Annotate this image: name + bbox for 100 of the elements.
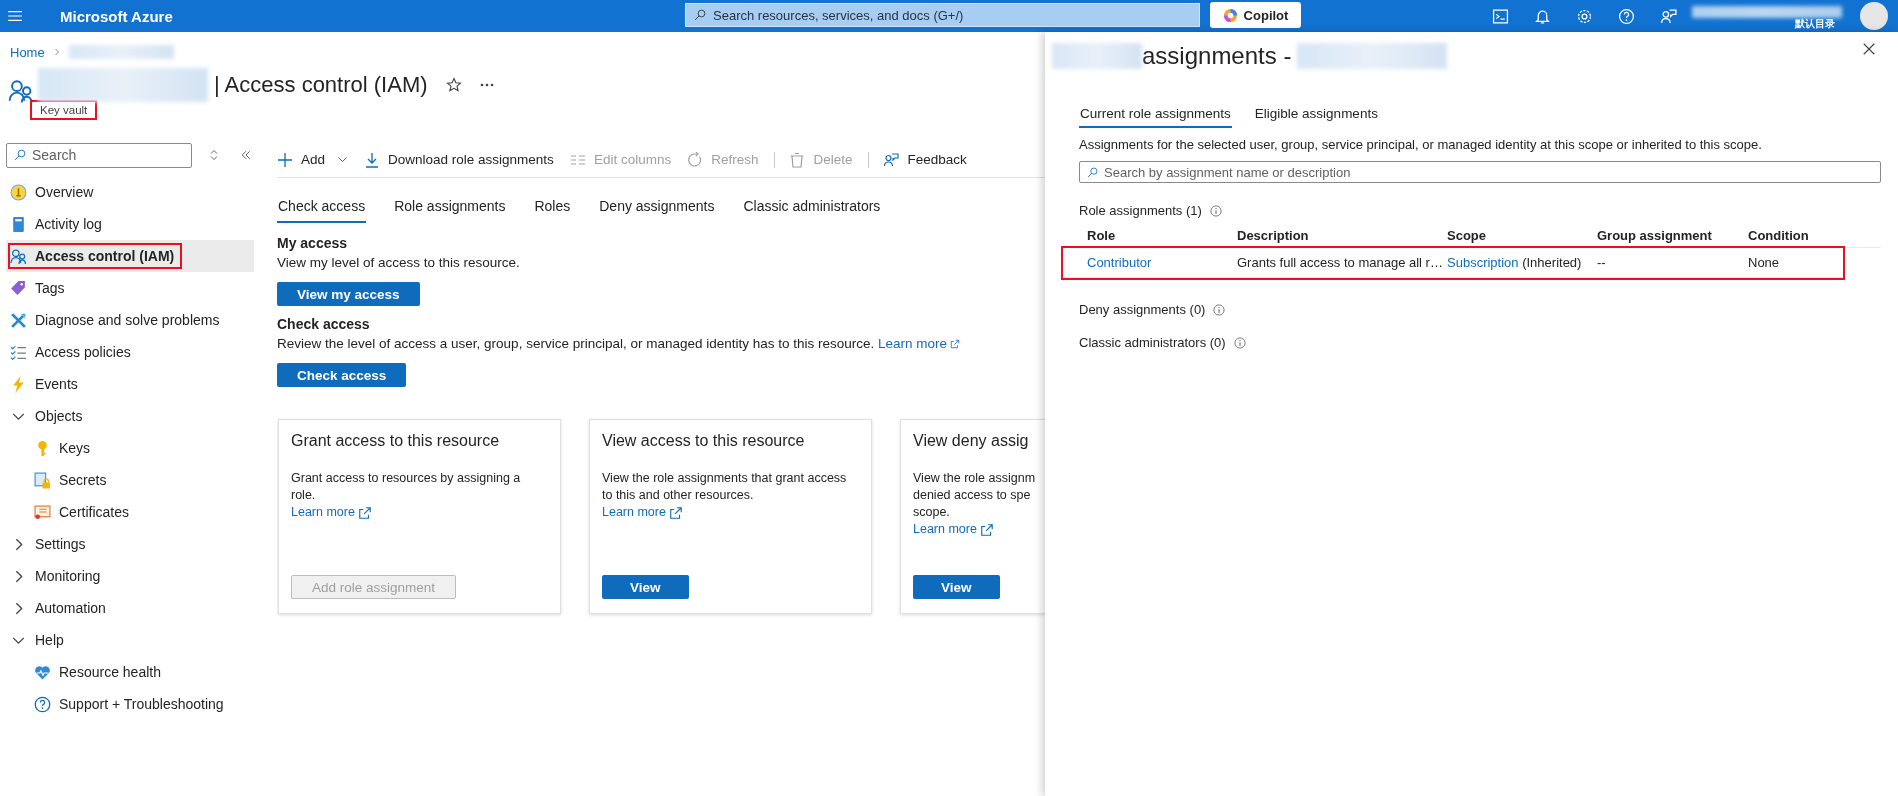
tab[interactable]: Eligible assignments <box>1253 100 1379 128</box>
sidebar-group[interactable]: Objects <box>6 400 254 432</box>
settings-icon <box>1575 7 1593 25</box>
table-cell-text: Grants full access to manage all r… <box>1237 255 1444 270</box>
column-header: Group assignment <box>1597 228 1713 243</box>
tab[interactable]: Check access <box>277 191 367 223</box>
directory-name: 默认目录 <box>1795 17 1835 31</box>
card-text: denied access to spe <box>913 487 1032 504</box>
card-text: scope. <box>913 504 951 521</box>
panel-title: assignments - <box>1142 42 1292 70</box>
search-field[interactable]: Search <box>6 142 192 168</box>
sidebar-item[interactable]: Activity log <box>6 208 254 240</box>
close-icon[interactable] <box>1862 42 1876 56</box>
checklist-icon <box>10 343 27 361</box>
tab[interactable]: Classic administrators <box>742 191 882 223</box>
primary-button[interactable]: View my access <box>277 282 420 306</box>
column-header: Role <box>1087 228 1117 243</box>
info-icon[interactable] <box>1213 303 1226 316</box>
section-label: Classic administrators (0) <box>1079 335 1226 350</box>
menu-icon[interactable] <box>8 10 22 22</box>
chevron-icon <box>52 48 61 56</box>
learn-more-link[interactable]: Learn more <box>913 521 1045 538</box>
page-title: | Access control (IAM) <box>214 72 428 98</box>
column-header: Description <box>1237 228 1310 243</box>
sidebar-group[interactable]: Help <box>6 624 254 656</box>
column-header: Condition <box>1748 228 1810 243</box>
table-cell-text: None <box>1748 255 1781 270</box>
section-heading: Check access <box>277 316 371 334</box>
secret-icon <box>34 471 51 489</box>
scope-link[interactable]: Subscription <box>1447 255 1519 270</box>
breadcrumb-link[interactable]: Home <box>10 44 45 60</box>
people-icon <box>8 78 34 104</box>
primary-button[interactable]: Check access <box>277 363 407 387</box>
toolbar-button[interactable]: Feedback <box>868 151 967 168</box>
card-text: Grant access to resources by assigning a <box>291 470 522 487</box>
tab[interactable]: Deny assignments <box>598 191 716 223</box>
sidebar-group[interactable]: Automation <box>6 592 254 624</box>
toolbar-button[interactable]: Add <box>277 151 349 168</box>
table-cell: (Inherited) <box>1522 255 1582 270</box>
external-link-icon <box>950 338 961 349</box>
section-label: Deny assignments (0) <box>1079 302 1206 317</box>
refresh-icon <box>687 151 704 168</box>
info-icon[interactable] <box>1209 204 1222 217</box>
terminal-icon <box>1491 7 1509 25</box>
section-label: Role assignments (1) <box>1079 203 1202 218</box>
tab[interactable]: Roles <box>533 191 572 223</box>
card-button[interactable]: View <box>602 575 689 599</box>
trash-icon <box>789 151 806 168</box>
feedback-icon <box>883 151 900 168</box>
tag-icon <box>10 279 27 297</box>
sidebar-item[interactable]: Access policies <box>6 336 254 368</box>
more-icon[interactable] <box>479 83 494 87</box>
app-title: Microsoft Azure <box>60 7 173 25</box>
collapse-icon[interactable] <box>240 149 252 161</box>
sidebar-item[interactable]: Keys <box>6 432 254 464</box>
column-header: Scope <box>1447 228 1487 243</box>
sidebar-item[interactable]: Resource health <box>6 656 254 688</box>
table-cell-text: -- <box>1597 255 1607 270</box>
add-icon <box>277 151 293 168</box>
people-icon <box>10 247 27 265</box>
sidebar-item[interactable]: Certificates <box>6 496 254 528</box>
help-icon <box>34 695 51 713</box>
sidebar-group[interactable]: Monitoring <box>6 560 254 592</box>
copilot-button[interactable]: Copilot <box>1210 2 1301 28</box>
section-text: Review the level of access a user, group, service principal, or managed identity has to this resource. <box>277 336 875 351</box>
card-button[interactable]: View <box>913 575 1000 599</box>
search-icon <box>14 148 26 161</box>
search-icon <box>1087 167 1098 178</box>
help-button[interactable] <box>1616 6 1636 26</box>
star-icon[interactable] <box>445 77 462 93</box>
sidebar-item[interactable]: Overview <box>6 176 254 208</box>
learn-more-link[interactable]: Learn more <box>291 504 548 521</box>
card-title: Grant access to this resource <box>291 432 501 451</box>
download-icon <box>364 151 381 168</box>
terminal-button[interactable] <box>1490 6 1510 26</box>
avatar-icon[interactable] <box>1860 2 1888 30</box>
info-icon[interactable] <box>1233 336 1246 349</box>
sidebar-item[interactable]: Access control (IAM) <box>6 240 254 272</box>
sidebar-item[interactable]: Events <box>6 368 254 400</box>
toolbar-button[interactable]: Download role assignments <box>364 151 554 168</box>
role-link[interactable]: Contributor <box>1087 255 1237 270</box>
resource-type: Key vault <box>32 102 96 118</box>
tab[interactable]: Current role assignments <box>1079 100 1232 128</box>
sidebar-item[interactable]: Secrets <box>6 464 254 496</box>
learn-more-link[interactable]: Learn more <box>602 504 859 521</box>
sidebar-item[interactable]: Support + Troubleshooting <box>6 688 254 720</box>
section-heading: My access <box>277 235 349 253</box>
external-link-icon <box>668 505 683 520</box>
sidebar-item[interactable]: Diagnose and solve problems <box>6 304 254 336</box>
help-icon <box>1617 7 1635 25</box>
lightning-icon <box>10 375 27 393</box>
card-title: View deny assig <box>913 432 1030 451</box>
sidebar-group[interactable]: Settings <box>6 528 254 560</box>
learn-more-link[interactable]: Learn more <box>878 336 961 351</box>
external-link-icon <box>357 505 372 520</box>
feedback-button[interactable] <box>1658 6 1678 26</box>
sidebar-item[interactable]: Tags <box>6 272 254 304</box>
tab[interactable]: Role assignments <box>393 191 507 223</box>
search-field[interactable]: Search by assignment name or description <box>1079 161 1881 183</box>
heart-icon <box>34 663 51 681</box>
